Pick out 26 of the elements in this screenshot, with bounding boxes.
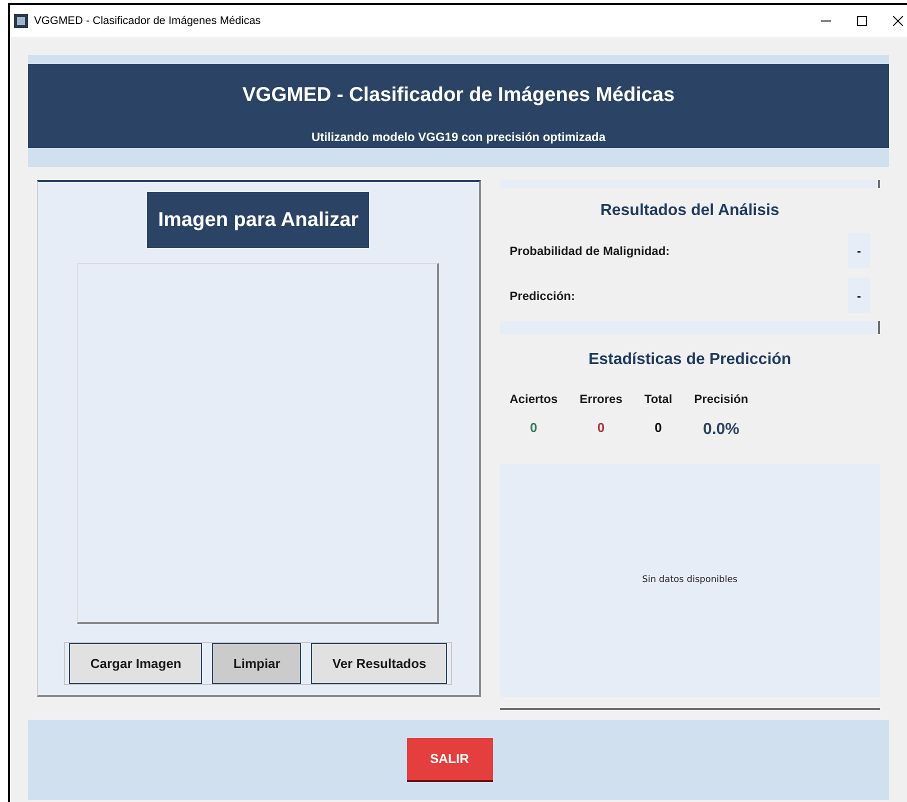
close-icon[interactable] xyxy=(893,16,903,26)
stat-label: Aciertos xyxy=(510,391,558,408)
stat-label: Precisión xyxy=(694,391,748,408)
app-icon xyxy=(14,14,28,28)
section-title: Resultados del Análisis xyxy=(600,201,780,221)
result-label: Predicción: xyxy=(510,288,575,304)
result-value: - xyxy=(848,233,870,268)
app-subtitle: Utilizando modelo VGG19 con precisión optimizada xyxy=(311,129,606,146)
result-value: - xyxy=(848,278,870,313)
stat-value: 0 xyxy=(597,419,605,437)
stat-value: 0 xyxy=(530,419,538,437)
app-title: VGGMED - Clasificador de Imágenes Médicas xyxy=(242,83,675,108)
action-button[interactable]: Limpiar xyxy=(212,643,302,684)
stat-label: Errores xyxy=(580,391,622,408)
stat-label: Total xyxy=(644,391,672,408)
stat-value: 0.0% xyxy=(702,420,740,440)
window-title: VGGMED - Clasificador de Imágenes Médicas xyxy=(34,14,261,29)
action-button[interactable]: Ver Resultados xyxy=(311,643,448,684)
result-label: Probabilidad de Malignidad: xyxy=(510,242,670,260)
chart-message: Sin datos disponibles xyxy=(642,574,738,587)
exit-button[interactable]: SALIR xyxy=(406,738,492,782)
maximize-icon[interactable] xyxy=(857,16,867,26)
section-title: Estadísticas de Predicción xyxy=(588,350,792,370)
stat-value: 0 xyxy=(654,419,662,437)
action-button[interactable]: Cargar Imagen xyxy=(69,643,202,684)
panel-heading: Imagen para Analizar xyxy=(147,192,370,248)
